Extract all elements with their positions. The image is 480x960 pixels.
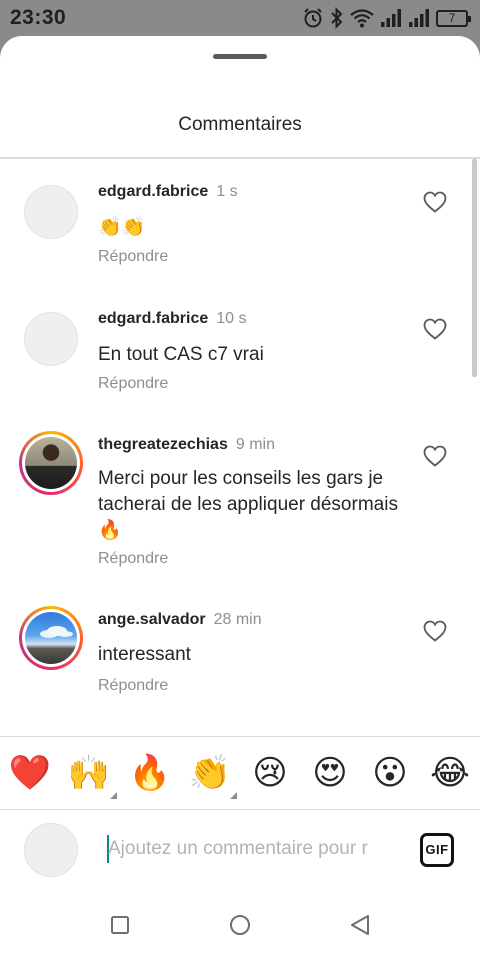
comment-text: Merci pour les conseils les gars je tach… [98, 468, 398, 541]
triangle-back-icon[interactable] [348, 913, 372, 937]
wifi-icon [350, 9, 374, 28]
reply-button[interactable]: Répondre [98, 550, 168, 568]
status-icons: 7 [302, 7, 471, 29]
gif-button[interactable]: GIF [420, 833, 454, 867]
emoji-bar: ❤️ 🙌 🔥 👏 😢 😍 😮 😂 [0, 737, 480, 809]
comments-sheet: Commentaires edgard.fabrice 1 s 👏👏 Répond… [0, 36, 480, 960]
status-time: 23:30 [10, 6, 67, 29]
avatar[interactable] [24, 312, 78, 366]
heart-icon[interactable] [423, 318, 447, 340]
signal-icon [409, 9, 429, 27]
drag-handle[interactable] [213, 54, 267, 59]
comment-composer: GIF [0, 810, 480, 890]
avatar[interactable] [24, 185, 78, 239]
comment-username[interactable]: thegreatezechias [98, 436, 228, 453]
circle-home-icon[interactable] [228, 913, 252, 937]
emoji-heart-button[interactable]: ❤️ [8, 751, 52, 795]
emoji-surprised-button[interactable]: 😮 [368, 751, 412, 795]
comment-list[interactable]: edgard.fabrice 1 s 👏👏 Répondre edgard.fab… [0, 159, 480, 737]
square-recents-icon[interactable] [108, 913, 132, 937]
battery-icon: 7 [436, 9, 471, 27]
heart-icon[interactable] [423, 620, 447, 642]
emoji-clap-button[interactable]: 👏 [188, 751, 232, 795]
system-nav-bar [0, 890, 480, 960]
bluetooth-icon [331, 7, 343, 29]
status-bar: 23:30 7 [0, 0, 480, 36]
emoji-raised-hands-button[interactable]: 🙌 [67, 751, 111, 795]
emoji-heart-eyes-button[interactable]: 😍 [308, 751, 352, 795]
comment-username[interactable]: edgard.fabrice [98, 183, 208, 200]
heart-icon[interactable] [423, 191, 447, 213]
comment-time: 28 min [213, 611, 262, 628]
comment-time: 10 s [216, 310, 247, 327]
reply-button[interactable]: Répondre [98, 248, 168, 266]
alarm-icon [304, 8, 322, 28]
avatar[interactable] [19, 431, 83, 495]
sheet-title: Commentaires [178, 114, 302, 135]
avatar-photo [25, 437, 77, 489]
comment-text: interessant [98, 644, 191, 665]
skin-tone-indicator [230, 792, 237, 799]
avatar [24, 823, 78, 877]
avatar[interactable] [19, 606, 83, 670]
comment-input[interactable] [108, 832, 398, 866]
signal-icon [381, 9, 401, 27]
comment-header: ange.salvador 28 min [98, 611, 262, 629]
reply-button[interactable]: Répondre [98, 375, 168, 393]
comment-time: 9 min [235, 436, 275, 453]
reply-button[interactable]: Répondre [98, 677, 168, 695]
comment-time: 1 s [216, 183, 238, 200]
comment-header: thegreatezechias 9 min [98, 436, 275, 454]
heart-icon[interactable] [423, 445, 447, 467]
emoji-crying-button[interactable]: 😢 [248, 751, 292, 795]
comment-text: En tout CAS c7 vrai [98, 344, 264, 365]
comment-username[interactable]: ange.salvador [98, 611, 206, 628]
avatar-photo [25, 612, 77, 664]
comment-text: 👏👏 [98, 217, 146, 238]
emoji-laughing-button[interactable]: 😂 [428, 751, 472, 795]
comment-username[interactable]: edgard.fabrice [98, 310, 208, 327]
comment-header: edgard.fabrice 10 s [98, 310, 247, 328]
skin-tone-indicator [110, 792, 117, 799]
comment-header: edgard.fabrice 1 s [98, 183, 238, 201]
emoji-fire-button[interactable]: 🔥 [128, 751, 172, 795]
scrollbar[interactable] [472, 159, 477, 377]
